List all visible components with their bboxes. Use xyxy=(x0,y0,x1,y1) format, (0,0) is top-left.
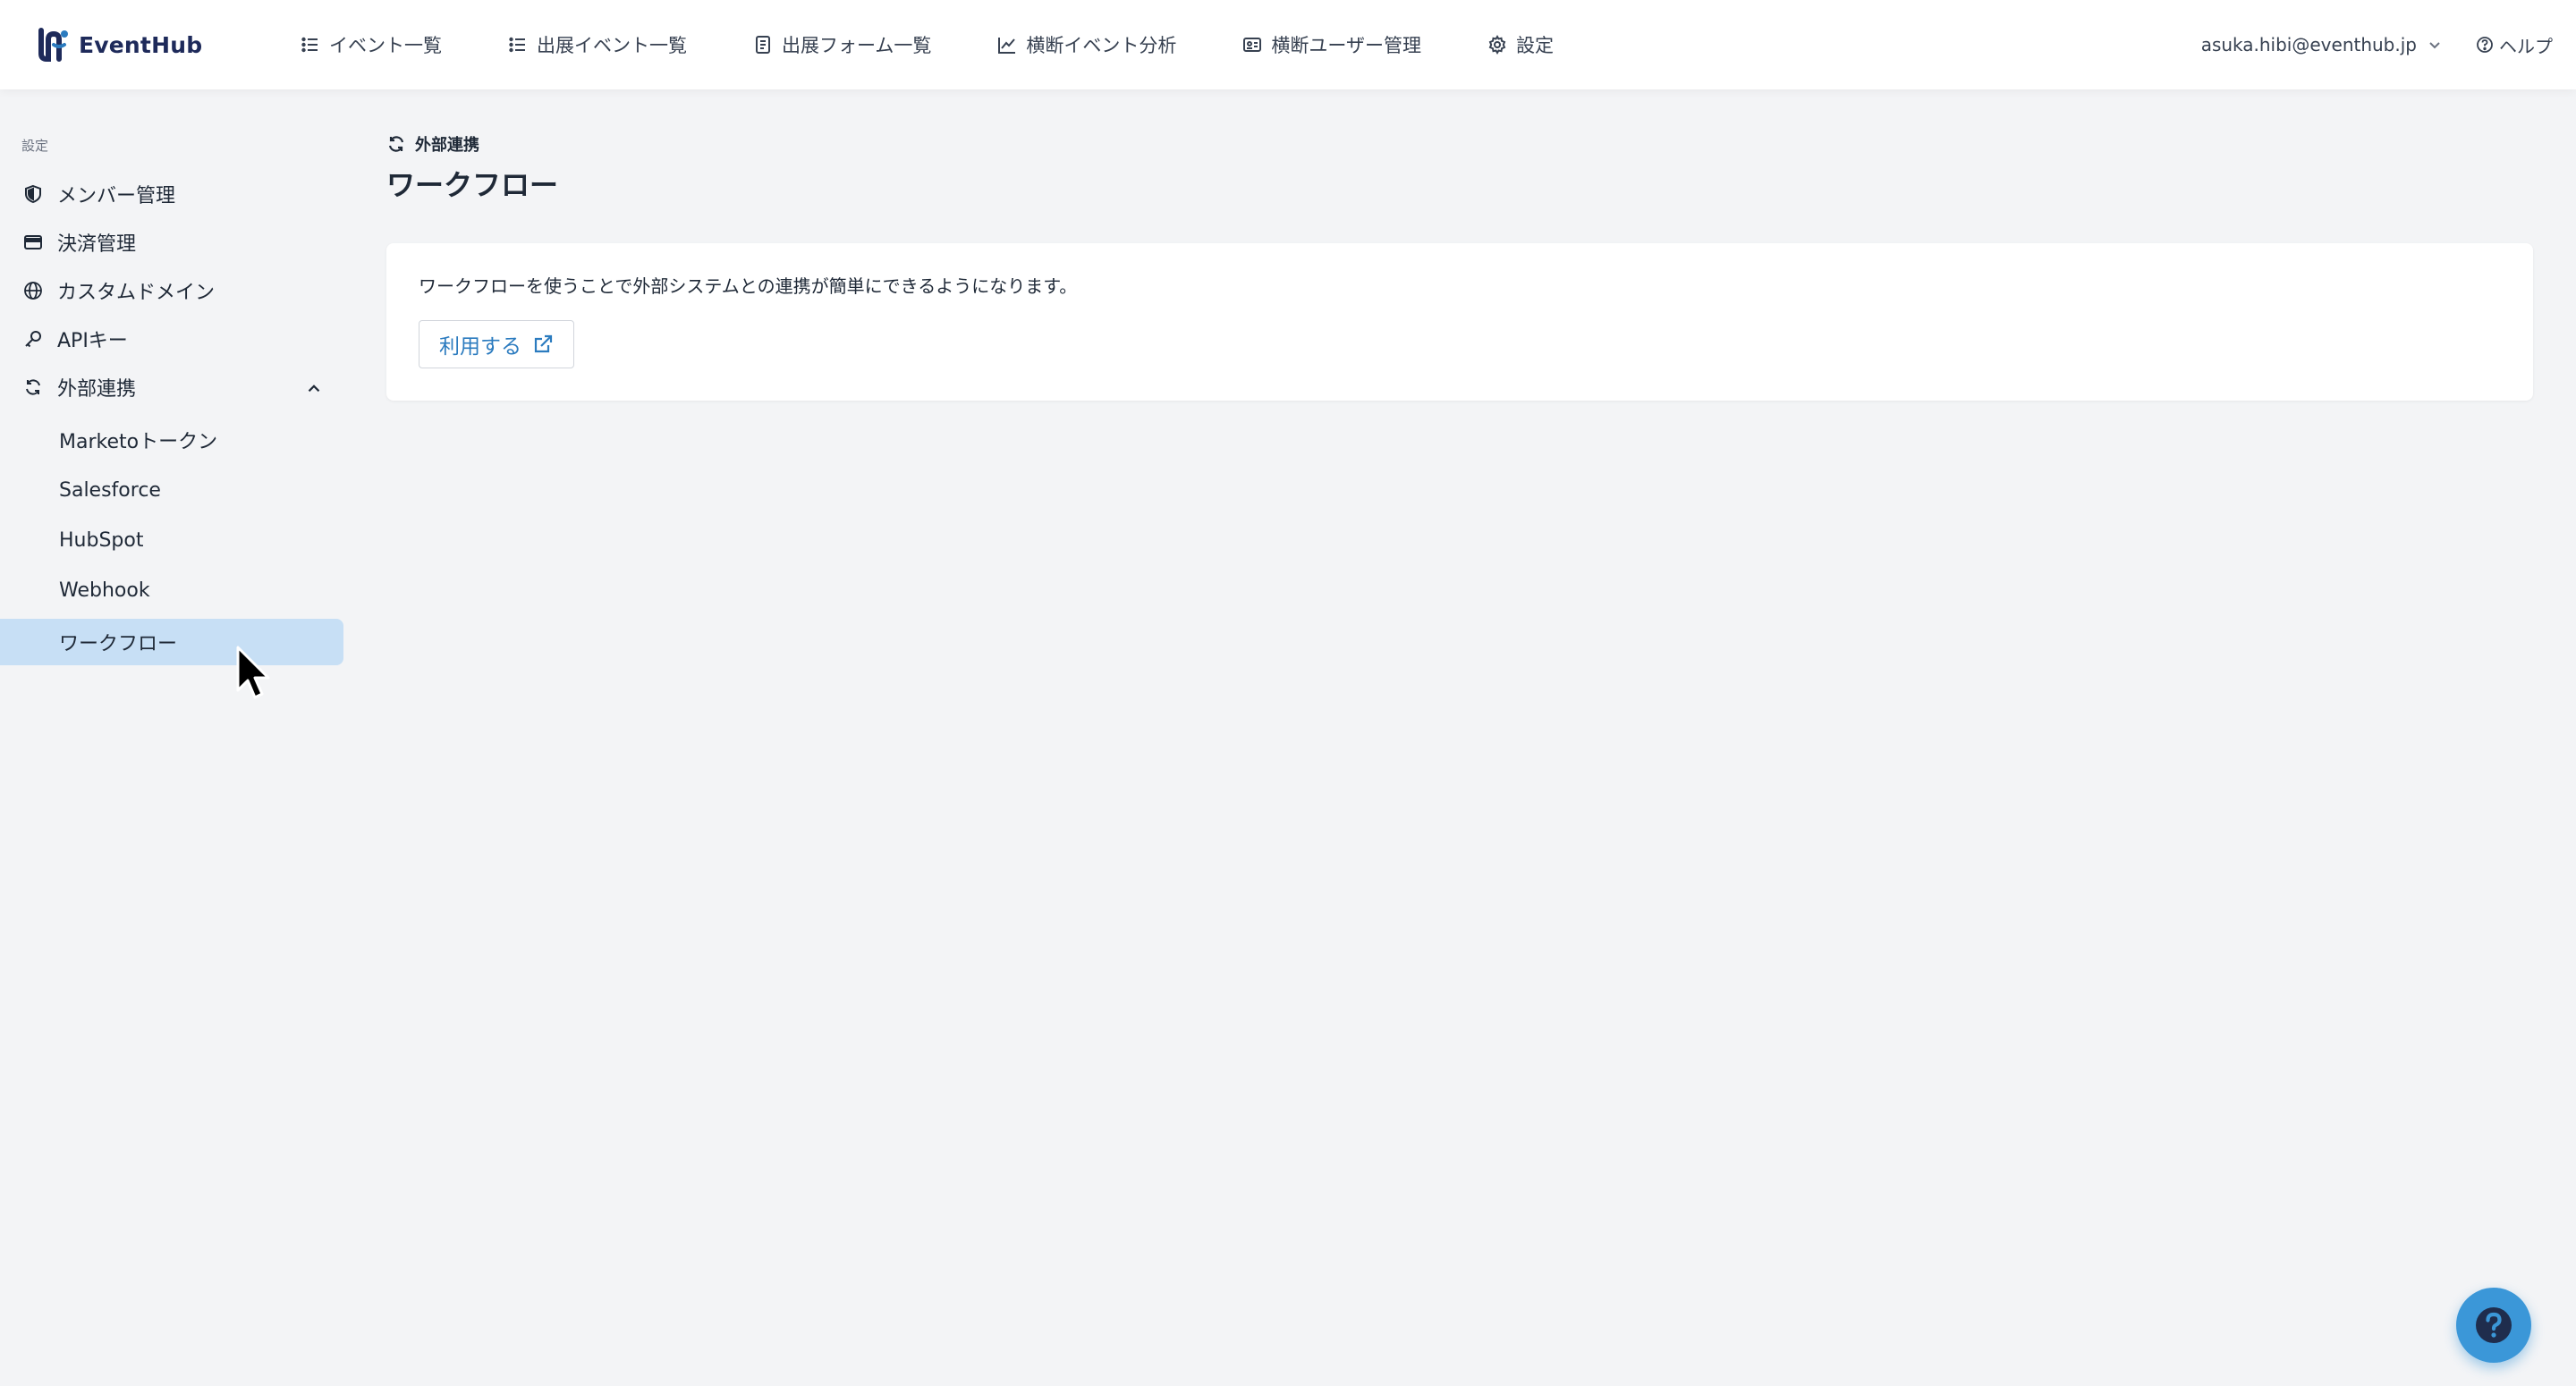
sidebar-item-label: メンバー管理 xyxy=(57,185,176,207)
question-mark-icon xyxy=(2476,1307,2512,1343)
nav-item-label: 出展イベント一覧 xyxy=(537,35,687,56)
sidebar-item-api-keys[interactable]: APIキー xyxy=(0,317,343,361)
eventhub-logo-icon xyxy=(38,28,68,62)
sidebar-item-integrations[interactable]: 外部連携 xyxy=(0,365,343,410)
main-nav: イベント一覧 出展イベント一覧 出展フォーム一覧 横断イベント分析 横断ユーザー… xyxy=(301,0,1620,89)
sidebar-subitem-marketo[interactable]: Marketoトークン xyxy=(0,417,343,463)
sidebar-item-label: カスタムドメイン xyxy=(57,282,216,304)
user-menu[interactable]: asuka.hibi@eventhub.jp xyxy=(2201,34,2444,55)
list-icon xyxy=(301,37,318,53)
nav-item-exhibit-events[interactable]: 出展イベント一覧 xyxy=(508,31,687,58)
sync-icon xyxy=(26,379,40,395)
sidebar-subitem-label: Marketoトークン xyxy=(59,431,218,453)
nav-item-label: イベント一覧 xyxy=(329,35,442,56)
user-area: asuka.hibi@eventhub.jp ヘルプ xyxy=(2201,0,2553,89)
sidebar-item-members[interactable]: メンバー管理 xyxy=(0,172,343,216)
sidebar-subitem-workflow[interactable]: ワークフロー xyxy=(0,619,343,665)
sidebar-subitem-salesforce[interactable]: Salesforce xyxy=(0,467,343,513)
nav-item-label: 横断ユーザー管理 xyxy=(1271,35,1421,56)
breadcrumb: 外部連携 xyxy=(386,132,479,156)
breadcrumb-label: 外部連携 xyxy=(415,136,479,155)
sidebar-subitem-label: HubSpot xyxy=(59,528,144,552)
globe-icon xyxy=(24,282,42,300)
key-icon xyxy=(25,331,41,348)
nav-item-settings[interactable]: 設定 xyxy=(1487,31,1554,58)
sidebar-subitem-webhook[interactable]: Webhook xyxy=(0,567,343,613)
credit-card-icon xyxy=(24,235,42,249)
form-icon xyxy=(756,36,770,54)
use-button-label: 利用する xyxy=(439,334,521,358)
nav-item-cross-users[interactable]: 横断ユーザー管理 xyxy=(1242,31,1421,58)
chart-line-icon xyxy=(998,38,1016,54)
nav-item-label: 設定 xyxy=(1515,35,1554,56)
sidebar-item-label: 外部連携 xyxy=(57,378,137,401)
sidebar-item-label: 決済管理 xyxy=(57,233,137,256)
sidebar-subitem-hubspot[interactable]: HubSpot xyxy=(0,517,343,563)
mouse-pointer-icon xyxy=(236,646,270,699)
help-label: ヘルプ xyxy=(2499,35,2553,57)
help-link[interactable]: ヘルプ xyxy=(2476,32,2553,58)
brand-logo[interactable]: EventHub xyxy=(36,23,202,66)
nav-item-label: 横断イベント分析 xyxy=(1026,35,1177,56)
top-header: EventHub イベント一覧 出展イベント一覧 出展フォーム一覧 横断イベント… xyxy=(0,0,2576,89)
chevron-up-icon[interactable] xyxy=(304,378,324,398)
sidebar-item-custom-domain[interactable]: カスタムドメイン xyxy=(0,268,343,313)
chevron-down-icon xyxy=(2429,42,2440,49)
shield-icon xyxy=(25,184,41,204)
page-title: ワークフロー xyxy=(386,168,559,202)
nav-item-events[interactable]: イベント一覧 xyxy=(301,31,442,58)
nav-item-cross-analysis[interactable]: 横断イベント分析 xyxy=(997,31,1176,58)
sidebar-section-label: 設定 xyxy=(21,138,49,154)
question-circle-icon xyxy=(2477,37,2493,53)
user-email: asuka.hibi@eventhub.jp xyxy=(2200,34,2417,55)
floating-help-button[interactable] xyxy=(2456,1288,2531,1363)
external-link-icon xyxy=(534,334,553,353)
nav-item-exhibit-forms[interactable]: 出展フォーム一覧 xyxy=(753,31,931,58)
sidebar-item-payments[interactable]: 決済管理 xyxy=(0,220,343,265)
list-icon xyxy=(509,37,525,53)
nav-item-label: 出展フォーム一覧 xyxy=(782,35,932,56)
brand-name: EventHub xyxy=(79,31,203,58)
use-workflow-button[interactable]: 利用する xyxy=(419,320,574,368)
sidebar-subitem-label: ワークフロー xyxy=(59,633,178,655)
gear-icon xyxy=(1488,35,1506,55)
sidebar-item-label: APIキー xyxy=(57,330,128,352)
settings-sidebar: 設定 メンバー管理 決済管理 カスタムドメイン APIキー 外部連携 Marke… xyxy=(0,89,349,1386)
workflow-card: ワークフローを使うことで外部システムとの連携が簡単にできるようになります。 利用… xyxy=(386,243,2533,401)
workflow-description: ワークフローを使うことで外部システムとの連携が簡単にできるようになります。 xyxy=(419,275,1078,297)
id-card-icon xyxy=(1243,38,1262,52)
sync-icon xyxy=(388,136,404,152)
sidebar-subitem-label: Salesforce xyxy=(59,478,161,502)
sidebar-subitem-label: Webhook xyxy=(59,579,150,602)
